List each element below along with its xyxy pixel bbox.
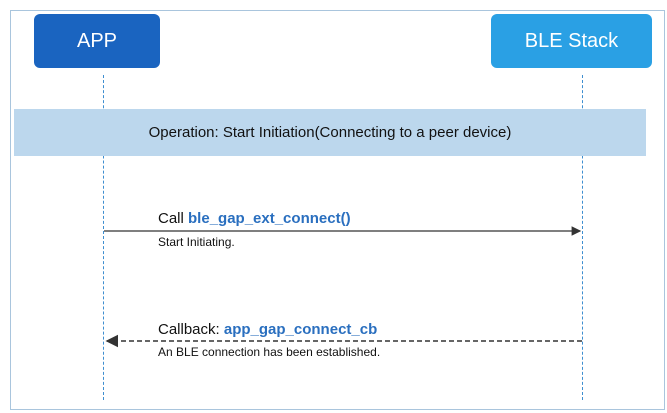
callback-prefix: Callback: (158, 321, 220, 338)
call-api-name: ble_gap_ext_connect() (188, 210, 351, 227)
callback-message: Callback: app_gap_connect_cb (158, 321, 377, 338)
call-prefix: Call (158, 210, 184, 227)
callback-description: An BLE connection has been established. (158, 345, 381, 359)
callback-api-name: app_gap_connect_cb (223, 321, 378, 338)
call-description: Start Initiating. (158, 235, 235, 249)
call-message: Call ble_gap_ext_connect() (158, 210, 351, 227)
